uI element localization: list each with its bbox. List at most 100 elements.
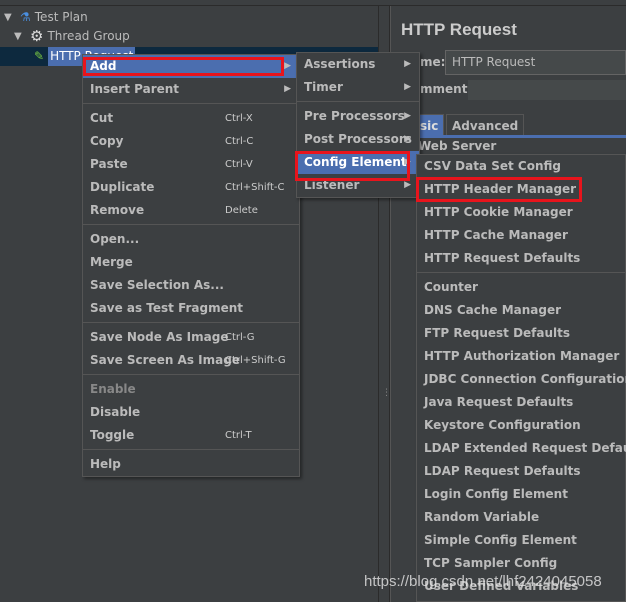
menu-item-enable: Enable: [83, 378, 299, 401]
menu-item-assertions[interactable]: Assertions ▶: [297, 53, 419, 76]
menu-item-label: Enable: [90, 382, 136, 396]
menu-item-remove[interactable]: Remove Delete: [83, 199, 299, 222]
menu-item-label: Copy: [90, 134, 124, 148]
comments-input[interactable]: [468, 80, 626, 100]
menu-item-label: Paste: [90, 157, 128, 171]
flask-icon: ⚗: [20, 10, 31, 24]
menu-item-label: Add: [90, 59, 117, 73]
menu-item-save-as-test-fragment[interactable]: Save as Test Fragment: [83, 297, 299, 320]
menu-item-http-header-manager[interactable]: HTTP Header Manager: [417, 178, 625, 201]
menu-item-cut[interactable]: Cut Ctrl-X: [83, 107, 299, 130]
menu-item-merge[interactable]: Merge: [83, 251, 299, 274]
menu-item-label: Login Config Element: [424, 487, 568, 501]
menu-item-label: Keystore Configuration: [424, 418, 581, 432]
name-label: me:: [420, 55, 446, 69]
menu-item-label: TCP Sampler Config: [424, 556, 558, 570]
menu-item-label: Insert Parent: [90, 82, 180, 96]
menu-item-label: JDBC Connection Configuration: [424, 372, 626, 386]
menu-item-add[interactable]: Add ▶: [83, 55, 299, 78]
menu-item-label: Config Element: [304, 155, 407, 169]
menu-item-help[interactable]: Help: [83, 453, 299, 476]
menu-item-http-request-defaults[interactable]: HTTP Request Defaults: [417, 247, 625, 270]
menu-item-post-processors[interactable]: Post Processors ▶: [297, 128, 419, 151]
menu-item-insert-parent[interactable]: Insert Parent ▶: [83, 78, 299, 101]
menu-item-login-config-element[interactable]: Login Config Element: [417, 483, 625, 506]
pipette-icon: ✎: [34, 49, 45, 63]
menu-item-tcp-sampler-config[interactable]: TCP Sampler Config: [417, 552, 625, 575]
menu-item-label: Counter: [424, 280, 478, 294]
menu-item-pre-processors[interactable]: Pre Processors ▶: [297, 105, 419, 128]
menu-item-ldap-request-defaults[interactable]: LDAP Request Defaults: [417, 460, 625, 483]
menu-item-label: Disable: [90, 405, 141, 419]
menu-item-label: Random Variable: [424, 510, 540, 524]
menu-item-jdbc-connection-configuration[interactable]: JDBC Connection Configuration: [417, 368, 626, 391]
menu-item-label: Toggle: [90, 428, 135, 442]
expand-icon[interactable]: ▼: [14, 27, 26, 46]
shortcut-label: Delete: [225, 205, 258, 216]
menu-item-label: HTTP Header Manager: [424, 182, 577, 196]
menu-item-label: HTTP Cookie Manager: [424, 205, 573, 219]
menu-item-label: Help: [90, 457, 121, 471]
menu-item-save-selection-as[interactable]: Save Selection As...: [83, 274, 299, 297]
menu-item-dns-cache-manager[interactable]: DNS Cache Manager: [417, 299, 625, 322]
menu-item-keystore-configuration[interactable]: Keystore Configuration: [417, 414, 625, 437]
submenu-arrow-icon: ▶: [404, 180, 411, 190]
menu-item-listener[interactable]: Listener ▶: [297, 174, 419, 197]
shortcut-label: Ctrl-V: [225, 159, 253, 170]
menu-item-random-variable[interactable]: Random Variable: [417, 506, 625, 529]
tab-advanced[interactable]: Advanced: [446, 114, 525, 136]
page-title: HTTP Request: [401, 20, 517, 39]
menu-item-paste[interactable]: Paste Ctrl-V: [83, 153, 299, 176]
menu-item-label: Save Selection As...: [90, 278, 224, 292]
menu-item-disable[interactable]: Disable: [83, 401, 299, 424]
menu-item-save-node-as-image[interactable]: Save Node As Image Ctrl-G: [83, 326, 299, 349]
menu-item-config-element[interactable]: Config Element ▶: [297, 151, 419, 174]
menu-item-label: Save Screen As Image: [90, 353, 240, 367]
menu-item-duplicate[interactable]: Duplicate Ctrl+Shift-C: [83, 176, 299, 199]
menu-item-label: DNS Cache Manager: [424, 303, 562, 317]
menu-item-label: Pre Processors: [304, 109, 405, 123]
menu-item-http-cookie-manager[interactable]: HTTP Cookie Manager: [417, 201, 625, 224]
tab-underline: [410, 135, 626, 138]
submenu-arrow-icon: ▶: [284, 84, 291, 94]
menu-item-label: Timer: [304, 80, 343, 94]
menu-item-label: Open...: [90, 232, 140, 246]
menu-item-label: Listener: [304, 178, 360, 192]
menu-item-label: HTTP Authorization Manager: [424, 349, 620, 363]
submenu-arrow-icon: ▶: [404, 59, 411, 69]
shortcut-label: Ctrl-T: [225, 430, 252, 441]
menu-item-label: Post Processors: [304, 132, 412, 146]
menu-item-http-authorization-manager[interactable]: HTTP Authorization Manager: [417, 345, 625, 368]
menu-item-label: Save as Test Fragment: [90, 301, 244, 315]
menu-item-label: CSV Data Set Config: [424, 159, 561, 173]
menu-item-save-screen-as-image[interactable]: Save Screen As Image Ctrl+Shift-G: [83, 349, 299, 372]
add-submenu: Assertions ▶ Timer ▶ Pre Processors ▶ Post Pro…: [296, 52, 420, 198]
tree-item-test-plan[interactable]: ▼ ⚗ Test Plan: [4, 8, 88, 27]
menu-item-java-request-defaults[interactable]: Java Request Defaults: [417, 391, 625, 414]
tree-item-thread-group[interactable]: ▼ ⚙ Thread Group: [14, 27, 130, 46]
menu-item-label: HTTP Request Defaults: [424, 251, 581, 265]
menu-item-ftp-request-defaults[interactable]: FTP Request Defaults: [417, 322, 625, 345]
menu-item-open[interactable]: Open...: [83, 228, 299, 251]
watermark: https://blog.csdn.net/lhf2424045058: [364, 573, 602, 590]
submenu-arrow-icon: ▶: [404, 134, 411, 144]
menu-item-copy[interactable]: Copy Ctrl-C: [83, 130, 299, 153]
submenu-arrow-icon: ▶: [284, 61, 291, 71]
menu-item-http-cache-manager[interactable]: HTTP Cache Manager: [417, 224, 625, 247]
name-input[interactable]: HTTP Request: [445, 50, 626, 75]
menu-item-label: Remove: [90, 203, 145, 217]
menu-item-simple-config-element[interactable]: Simple Config Element: [417, 529, 625, 552]
shortcut-label: Ctrl-G: [225, 332, 255, 343]
menu-item-counter[interactable]: Counter: [417, 276, 625, 299]
menu-item-label: HTTP Cache Manager: [424, 228, 568, 242]
menu-item-label: LDAP Extended Request Defaults: [424, 441, 626, 455]
menu-item-ldap-extended-request-defaults[interactable]: LDAP Extended Request Defaults: [417, 437, 626, 460]
submenu-arrow-icon: ▶: [404, 82, 411, 92]
config-element-submenu: CSV Data Set Config HTTP Header Manager HT…: [416, 154, 626, 602]
submenu-arrow-icon: ▶: [404, 111, 411, 121]
menu-item-toggle[interactable]: Toggle Ctrl-T: [83, 424, 299, 447]
expand-icon[interactable]: ▼: [4, 8, 16, 27]
menu-item-csv-data-set-config[interactable]: CSV Data Set Config: [417, 155, 625, 178]
menu-item-timer[interactable]: Timer ▶: [297, 76, 419, 99]
menu-item-label: Simple Config Element: [424, 533, 577, 547]
